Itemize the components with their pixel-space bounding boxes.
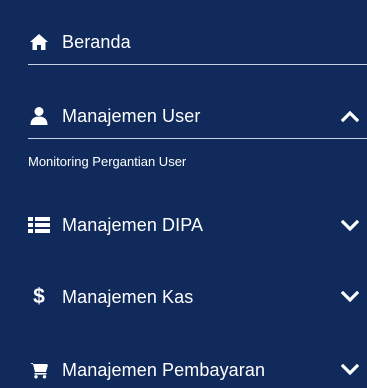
home-icon — [28, 31, 50, 53]
sidebar-item-label: Manajemen Kas — [62, 286, 194, 307]
sidebar-item-label: Manajemen User — [62, 105, 201, 126]
chevron-down-icon[interactable] — [339, 215, 361, 237]
divider — [28, 64, 367, 65]
chevron-up-icon[interactable] — [339, 105, 361, 127]
sidebar-item-label: Manajemen Pembayaran — [62, 359, 266, 380]
cart-icon — [28, 359, 50, 381]
chevron-down-icon[interactable] — [339, 286, 361, 308]
sidebar-item-manajemen-user[interactable]: Manajemen User — [28, 96, 200, 136]
sidebar-nav: Beranda Manajemen User Monitoring Pergan… — [0, 0, 367, 388]
submenu-item-monitoring-pergantian-user[interactable]: Monitoring Pergantian User — [28, 153, 186, 171]
user-icon — [28, 105, 50, 127]
list-icon — [28, 214, 50, 236]
sidebar-item-manajemen-dipa[interactable]: Manajemen DIPA — [28, 205, 203, 245]
sidebar-item-manajemen-kas[interactable]: $ Manajemen Kas — [28, 277, 193, 317]
divider — [28, 138, 367, 139]
chevron-down-icon[interactable] — [339, 359, 361, 381]
sidebar-item-beranda[interactable]: Beranda — [28, 22, 131, 62]
sidebar-item-label: Manajemen DIPA — [62, 214, 204, 235]
sidebar-item-manajemen-pembayaran[interactable]: Manajemen Pembayaran — [28, 350, 265, 388]
sidebar-item-label: Beranda — [62, 31, 131, 52]
dollar-icon: $ — [33, 285, 45, 308]
